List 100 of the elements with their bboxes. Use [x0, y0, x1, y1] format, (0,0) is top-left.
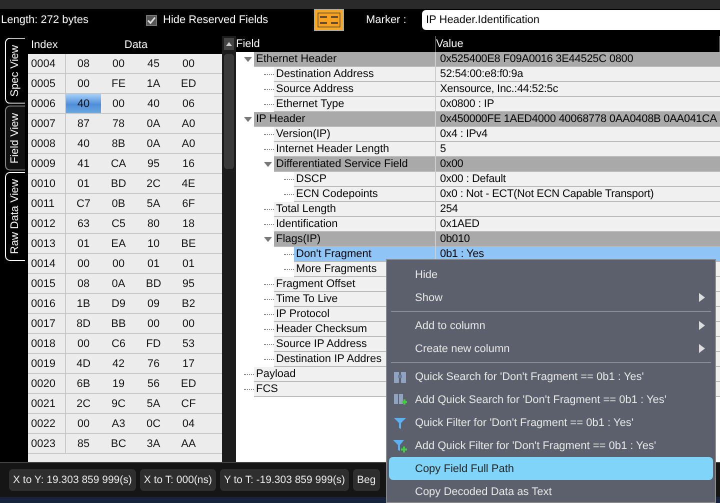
hex-byte-cell[interactable]: 45: [136, 54, 171, 73]
hex-byte-cell[interactable]: EA: [101, 234, 136, 253]
hex-byte-cell[interactable]: BD: [136, 274, 171, 293]
hex-byte-cell[interactable]: FD: [136, 334, 171, 353]
hex-byte-cell[interactable]: 6F: [171, 194, 206, 213]
scrollbar-thumb[interactable]: [224, 54, 234, 169]
hex-byte-cell[interactable]: 01: [171, 254, 206, 273]
hex-byte-cell[interactable]: 01: [66, 174, 101, 193]
menu-item[interactable]: Quick Filter for 'Don't Fragment == 0b1 : Yes': [389, 411, 713, 434]
field-name[interactable]: Differentiated Service Field: [274, 157, 435, 172]
hex-byte-cell[interactable]: BD: [101, 174, 136, 193]
hex-byte-cell[interactable]: B2: [171, 294, 206, 313]
hex-byte-cell[interactable]: BB: [101, 314, 136, 333]
hex-byte-cell[interactable]: 1B: [66, 294, 101, 313]
hex-byte-cell[interactable]: A3: [101, 414, 136, 433]
hex-byte-cell[interactable]: 00: [66, 414, 101, 433]
hex-byte-cell[interactable]: 4E: [171, 174, 206, 193]
hex-byte-cell[interactable]: 00: [101, 254, 136, 273]
hex-ascii-toggle-icon[interactable]: [314, 9, 344, 31]
hex-byte-cell[interactable]: 0C: [136, 414, 171, 433]
field-name[interactable]: Version(IP): [274, 127, 435, 142]
hex-byte-cell[interactable]: 00: [171, 54, 206, 73]
hex-byte-cell[interactable]: ED: [171, 374, 206, 393]
hex-byte-cell[interactable]: 9C: [101, 394, 136, 413]
hex-byte-cell[interactable]: 10: [136, 234, 171, 253]
hex-byte-cell[interactable]: CF: [171, 394, 206, 413]
checkbox[interactable]: [146, 14, 157, 26]
hex-byte-cell[interactable]: 00: [136, 314, 171, 333]
hex-byte-cell[interactable]: 00: [66, 74, 101, 93]
view-tab[interactable]: Spec View: [5, 38, 25, 104]
hex-byte-cell[interactable]: 56: [136, 374, 171, 393]
hex-byte-cell[interactable]: 04: [171, 414, 206, 433]
hex-byte-cell[interactable]: 00: [101, 94, 136, 113]
hex-byte-cell[interactable]: A0: [171, 134, 206, 153]
hex-byte-cell[interactable]: C5: [101, 214, 136, 233]
hex-byte-cell[interactable]: A0: [171, 114, 206, 133]
hex-byte-cell[interactable]: 8B: [101, 134, 136, 153]
hex-byte-cell[interactable]: 87: [66, 114, 101, 133]
hex-byte-cell[interactable]: 09: [136, 294, 171, 313]
hex-byte-cell[interactable]: 19: [101, 374, 136, 393]
hex-byte-cell[interactable]: 01: [136, 254, 171, 273]
hex-byte-cell[interactable]: 00: [66, 334, 101, 353]
hex-byte-cell[interactable]: 40: [136, 94, 171, 113]
hex-byte-cell[interactable]: 16: [171, 154, 206, 173]
hex-byte-cell[interactable]: 6B: [66, 374, 101, 393]
collapse-arrow-icon[interactable]: [262, 160, 274, 170]
checkbox-label[interactable]: Hide Reserved Fields: [163, 14, 268, 26]
field-name[interactable]: Don't Fragment: [294, 247, 435, 262]
view-tab[interactable]: Raw Data View: [5, 172, 25, 262]
field-name[interactable]: IP Header: [254, 112, 435, 127]
menu-item[interactable]: Copy Field Full Path: [389, 457, 713, 480]
collapse-arrow-icon[interactable]: [242, 54, 254, 64]
hex-byte-cell[interactable]: 00: [66, 254, 101, 273]
hex-byte-cell[interactable]: 8D: [66, 314, 101, 333]
hex-byte-cell[interactable]: 08: [66, 274, 101, 293]
hex-byte-cell[interactable]: 95: [171, 274, 206, 293]
hex-byte-cell[interactable]: 08: [66, 54, 101, 73]
field-name[interactable]: Total Length: [274, 202, 435, 217]
menu-item[interactable]: Copy Decoded Data as Text: [389, 480, 713, 503]
field-name[interactable]: Internet Header Length: [274, 142, 435, 157]
hex-byte-cell[interactable]: 0A: [136, 114, 171, 133]
hex-byte-cell[interactable]: 01: [66, 234, 101, 253]
hex-byte-cell[interactable]: 18: [171, 214, 206, 233]
hex-byte-cell[interactable]: 2C: [136, 174, 171, 193]
hex-byte-cell[interactable]: 3A: [136, 434, 171, 453]
hex-byte-cell[interactable]: 41: [66, 154, 101, 173]
field-name[interactable]: Flags(IP): [274, 232, 435, 247]
hex-byte-cell[interactable]: C7: [66, 194, 101, 213]
field-name[interactable]: Ethernet Type: [274, 97, 435, 112]
hex-byte-cell[interactable]: 0A: [136, 134, 171, 153]
scroll-up-icon[interactable]: [224, 38, 234, 50]
menu-item[interactable]: Add Quick Filter for 'Don't Fragment == 0b1 : Yes': [389, 434, 713, 457]
hex-byte-cell[interactable]: 40: [66, 94, 101, 113]
hex-byte-cell[interactable]: FE: [101, 74, 136, 93]
hex-byte-cell[interactable]: 00: [101, 54, 136, 73]
hex-byte-cell[interactable]: BE: [171, 234, 206, 253]
hex-byte-cell[interactable]: 4D: [66, 354, 101, 373]
hex-byte-cell[interactable]: CA: [101, 154, 136, 173]
hex-byte-cell[interactable]: 53: [171, 334, 206, 353]
collapse-arrow-icon[interactable]: [262, 234, 274, 244]
hex-byte-cell[interactable]: 5A: [136, 394, 171, 413]
hex-byte-cell[interactable]: 17: [171, 354, 206, 373]
hex-byte-cell[interactable]: 5A: [136, 194, 171, 213]
marker-field[interactable]: IP Header.Identification: [422, 10, 720, 30]
hex-byte-cell[interactable]: 63: [66, 214, 101, 233]
field-name[interactable]: Identification: [274, 217, 435, 232]
field-name[interactable]: Destination Address: [274, 67, 435, 82]
hex-byte-cell[interactable]: 76: [136, 354, 171, 373]
hex-byte-cell[interactable]: BC: [101, 434, 136, 453]
hex-byte-cell[interactable]: 95: [136, 154, 171, 173]
collapse-arrow-icon[interactable]: [242, 114, 254, 124]
field-name[interactable]: ECN Codepoints: [294, 187, 435, 202]
hex-byte-cell[interactable]: 2C: [66, 394, 101, 413]
hex-byte-cell[interactable]: 40: [66, 134, 101, 153]
hex-byte-cell[interactable]: 78: [101, 114, 136, 133]
hex-byte-cell[interactable]: 80: [136, 214, 171, 233]
hex-byte-cell[interactable]: 0B: [101, 194, 136, 213]
hex-byte-cell[interactable]: 42: [101, 354, 136, 373]
field-name[interactable]: DSCP: [294, 172, 435, 187]
hex-byte-cell[interactable]: ED: [171, 74, 206, 93]
